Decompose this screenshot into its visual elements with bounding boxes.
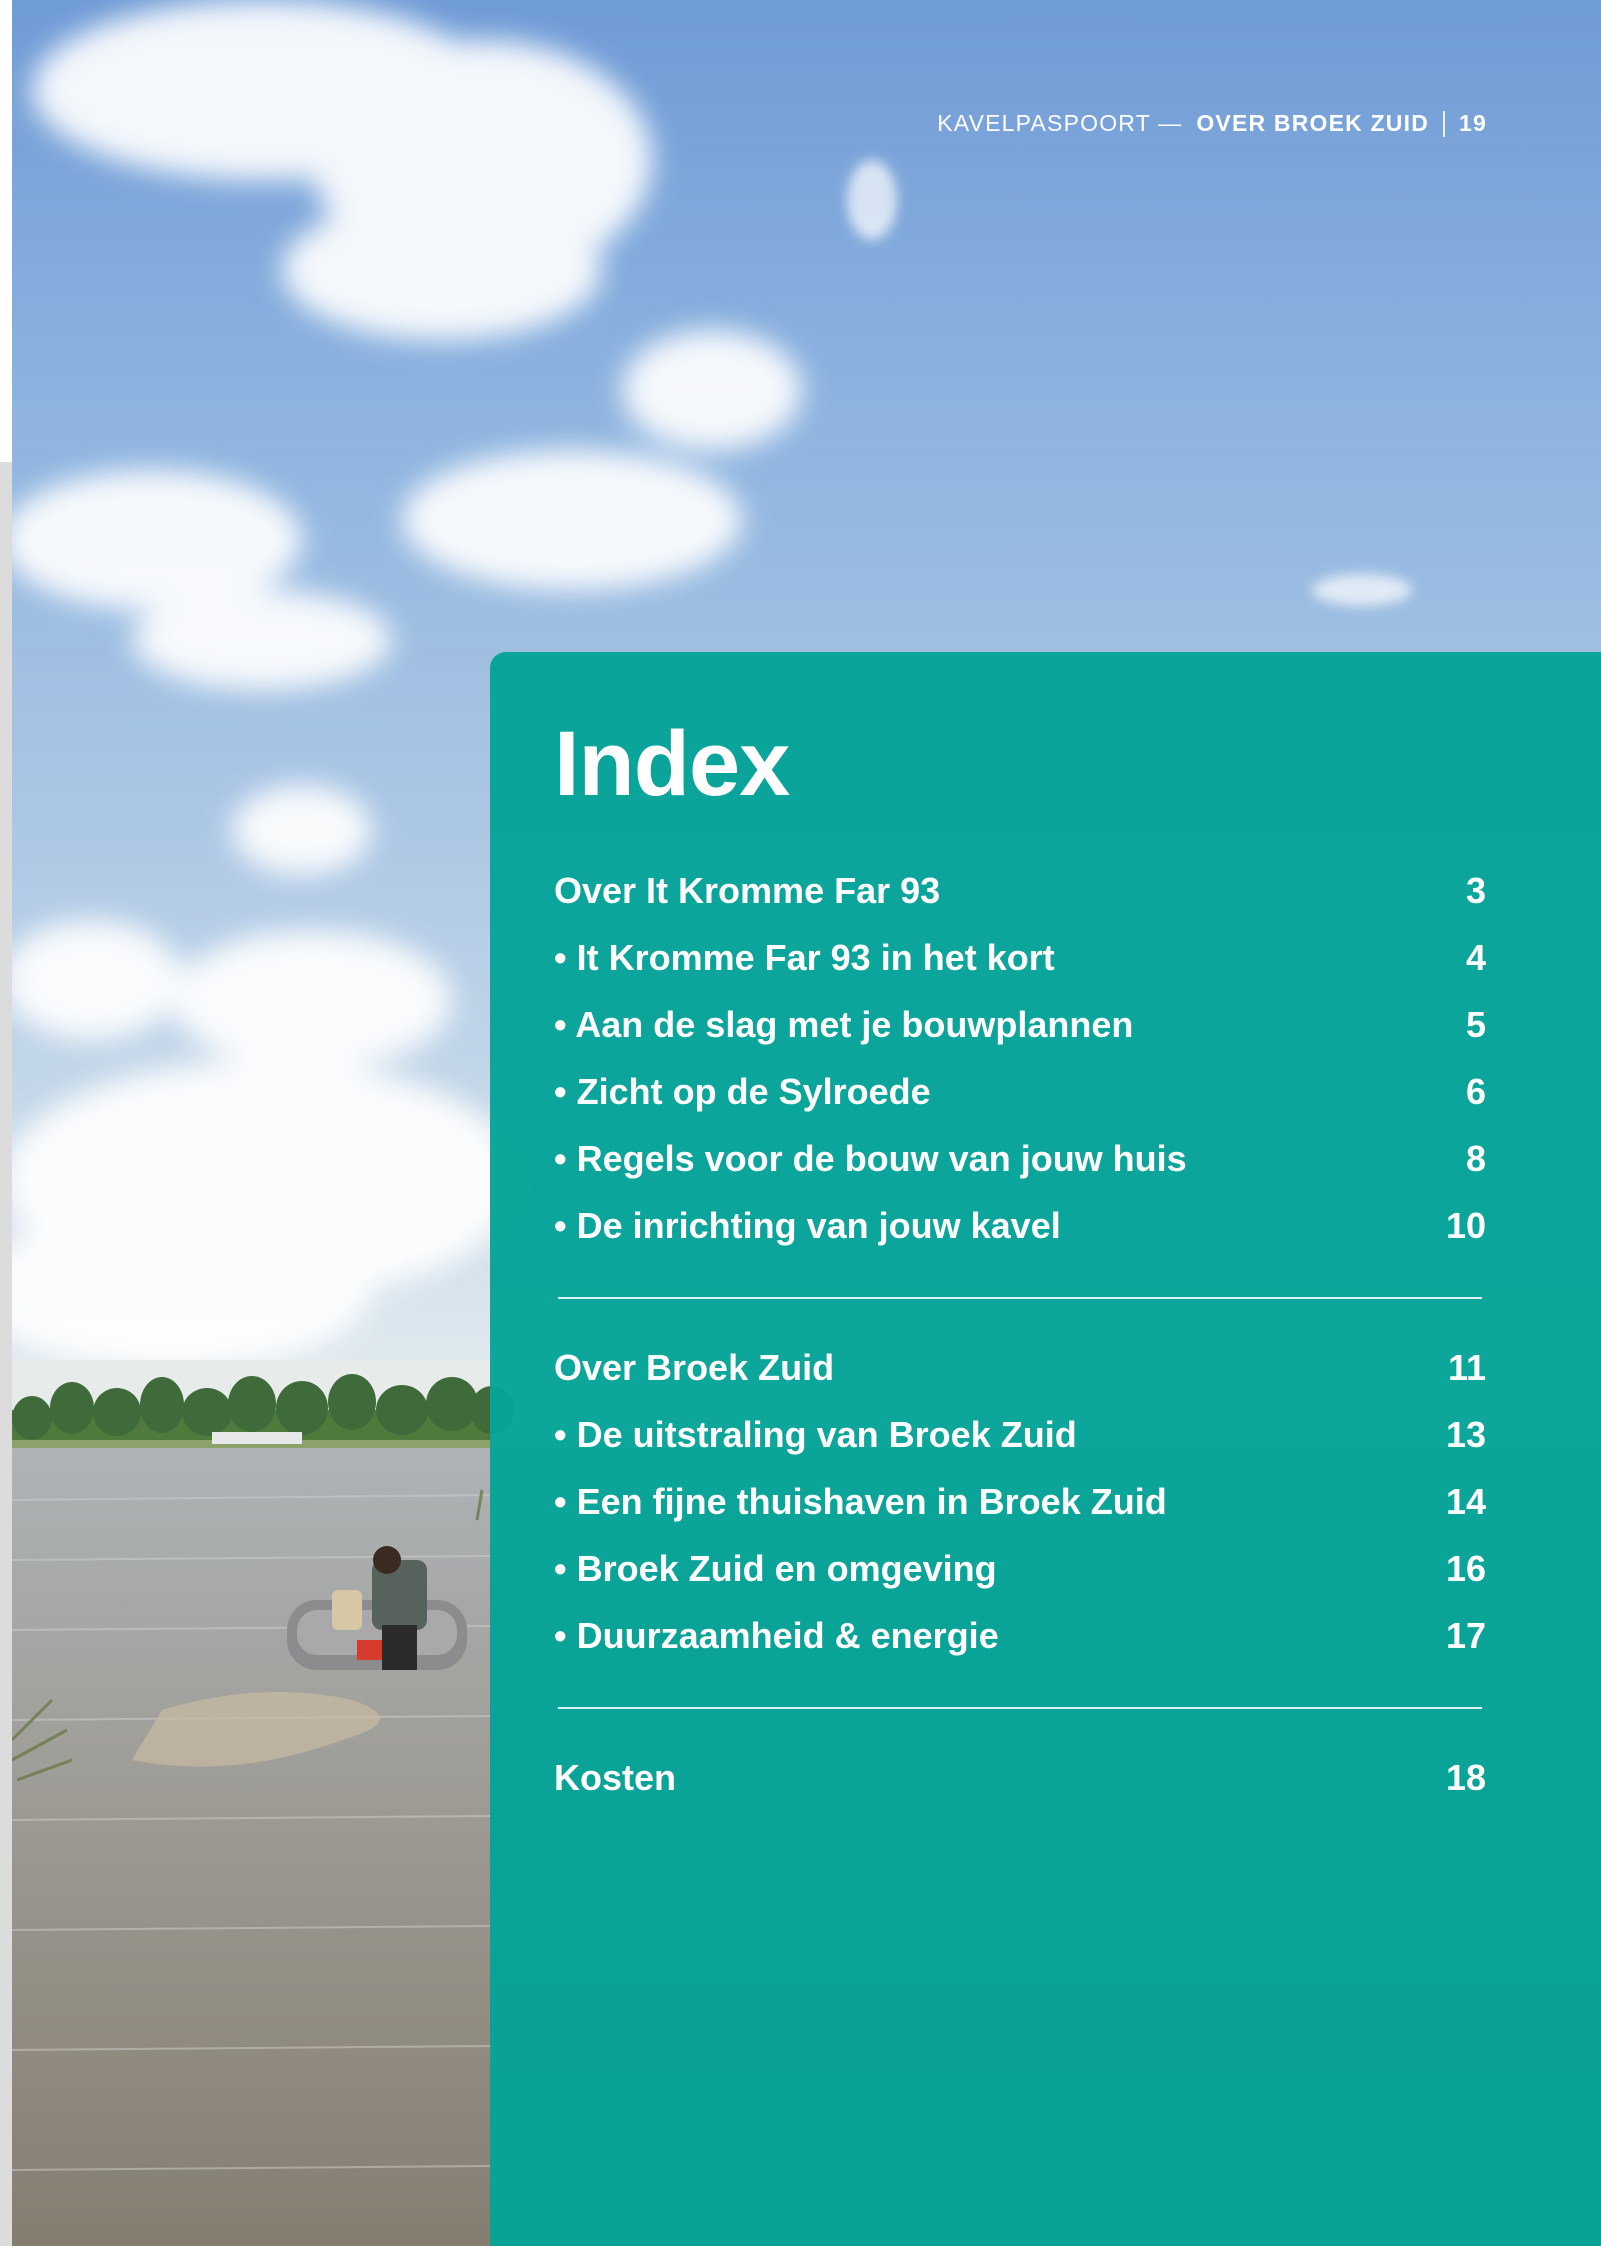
toc-item-label: • De uitstraling van Broek Zuid [554,1414,1077,1455]
toc-item-row[interactable]: • It Kromme Far 93 in het kort 4 [554,924,1486,991]
toc-page-number: 10 [1445,1205,1486,1246]
toc-page-number: 6 [1465,1071,1486,1112]
toc-heading-row[interactable]: Over Broek Zuid 11 [554,1334,1486,1401]
toc-page-number: 18 [1445,1757,1486,1798]
section-name: OVER BROEK ZUID [1196,110,1430,136]
page-number: 19 [1459,110,1487,136]
toc-page-number: 16 [1445,1548,1486,1589]
index-panel: Index Over It Kromme Far 93 3 • It Kromm… [490,652,1601,2246]
toc-item-row[interactable]: • De uitstraling van Broek Zuid 13 [554,1401,1486,1468]
toc-page-number: 13 [1445,1414,1486,1455]
toc-item-label: • Aan de slag met je bouwplannen [554,1004,1134,1045]
toc-item-row[interactable]: • Een fijne thuishaven in Broek Zuid 14 [554,1468,1486,1535]
toc-item-label: • Broek Zuid en omgeving [554,1548,997,1589]
toc-page-number: 11 [1447,1347,1486,1388]
toc-item-row[interactable]: • Regels voor de bouw van jouw huis 8 [554,1125,1486,1192]
toc-item-label: • Zicht op de Sylroede [554,1071,931,1112]
header-separator [1443,110,1446,137]
toc-page-number: 5 [1465,1004,1486,1045]
toc-item-row[interactable]: • Broek Zuid en omgeving 16 [554,1535,1486,1602]
toc-page-number: 3 [1465,870,1486,911]
toc-heading-row[interactable]: Kosten 18 [554,1744,1486,1811]
toc-item-label: • Duurzaamheid & energie [554,1615,999,1656]
toc-heading-label: Over It Kromme Far 93 [554,870,941,911]
toc-item-label: • Regels voor de bouw van jouw huis [554,1138,1187,1179]
toc-item-label: • Een fijne thuishaven in Broek Zuid [554,1481,1167,1522]
toc-item-label: • It Kromme Far 93 in het kort [554,937,1055,978]
page: KAVELPASPOORT — OVER BROEK ZUID 19 Index… [0,0,1601,2246]
toc-item-row[interactable]: • Aan de slag met je bouwplannen 5 [554,991,1486,1058]
toc-heading-label: Kosten [554,1757,677,1798]
toc-page-number: 14 [1445,1481,1486,1522]
toc-item-row[interactable]: • Duurzaamheid & energie 17 [554,1602,1486,1669]
toc-item-row[interactable]: • Zicht op de Sylroede 6 [554,1058,1486,1125]
toc-item-label: • De inrichting van jouw kavel [554,1205,1061,1246]
toc-item-row[interactable]: • De inrichting van jouw kavel 10 [554,1192,1486,1259]
publication-name: KAVELPASPOORT — [937,110,1183,136]
toc-page-number: 8 [1465,1138,1486,1179]
index-title: Index [554,713,790,815]
table-of-contents: Over It Kromme Far 93 3 • It Kromme Far … [554,857,1486,1811]
page-edge-strip [0,0,12,2246]
toc-heading-label: Over Broek Zuid [554,1347,835,1388]
section-divider [558,1707,1482,1709]
section-divider [558,1297,1482,1299]
toc-heading-row[interactable]: Over It Kromme Far 93 3 [554,857,1486,924]
running-head: KAVELPASPOORT — OVER BROEK ZUID 19 [937,110,1487,137]
toc-page-number: 4 [1465,937,1486,978]
toc-page-number: 17 [1445,1615,1486,1656]
